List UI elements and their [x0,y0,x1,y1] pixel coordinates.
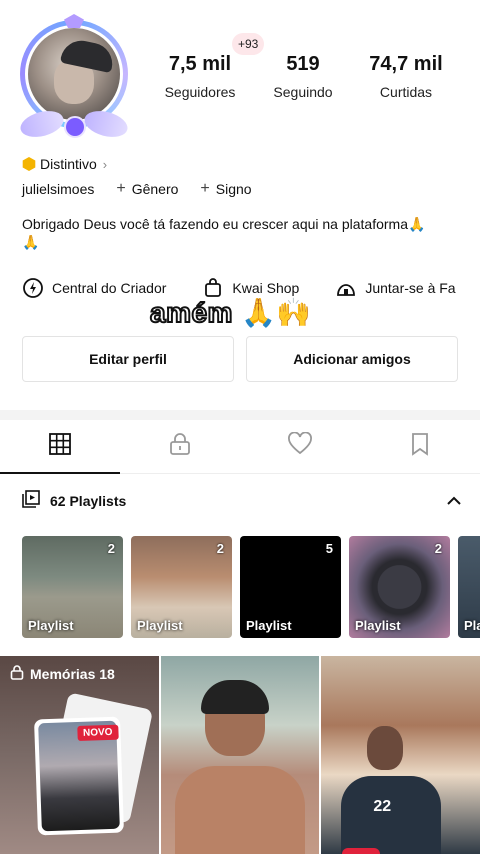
chevron-right-icon: › [102,156,108,172]
lock-icon [168,432,192,461]
bookmark-icon [409,432,431,461]
kwai-shop-label: Kwai Shop [232,280,300,296]
followers-stat[interactable]: 7,5 mil Seguidores [140,50,260,100]
add-sign-button[interactable]: + Signo [200,180,252,198]
thumbnail-face [367,726,404,770]
playlists-header[interactable]: 62 Playlists [22,490,462,511]
grid-icon [48,432,72,461]
tab-posts[interactable] [0,420,120,474]
following-stat[interactable]: 519 Seguindo [243,50,363,100]
badge-label: Distintivo [40,156,97,172]
chevron-up-icon[interactable] [446,493,462,509]
frame-wing-right [81,106,131,142]
badge-link[interactable]: Distintivo › [22,156,107,172]
video-thumbnail[interactable] [160,656,320,854]
plus-icon: + [200,180,210,197]
memories-label: Memórias 18 [30,665,115,682]
playlist-video-count: 5 [325,541,333,556]
creator-center-icon [22,277,44,299]
playlist-icon [22,490,40,511]
playlist-label: Playlist [246,618,292,633]
playlist-video-count: 2 [216,541,224,556]
tab-liked[interactable] [240,420,360,473]
memory-thumbnail: NOVO [38,720,120,832]
gender-label: Gênero [131,181,179,197]
playlist-carousel[interactable]: 2 Playlist 2 Playlist 5 Playlist 2 Playl… [22,536,480,638]
playlists-count: 62 Playlists [50,492,127,509]
video-grid: Memórias 18 NOVO 22 [0,656,480,854]
followers-label: Seguidores [164,84,236,100]
sticker-emoji: 🙏🙌 [240,297,312,328]
playlist-label: Playlist [355,618,401,633]
edit-profile-button[interactable]: Editar perfil [22,336,234,382]
new-badge: NOVO [76,724,119,742]
playlist-video-count: 2 [434,541,442,556]
avatar-frame [20,20,128,128]
frame-crest-icon [64,116,86,138]
playlist-label: Pla [464,618,480,633]
add-gender-button[interactable]: + Gênero [116,180,179,198]
frame-gem-icon [64,14,84,28]
following-label: Seguindo [273,84,333,100]
content-tabs [0,420,480,474]
memories-tile[interactable]: Memórias 18 NOVO [0,656,159,854]
playlist-video-count: 2 [107,541,115,556]
tab-private[interactable] [120,420,240,473]
likes-label: Curtidas [379,84,433,100]
bottom-indicator [342,848,380,854]
fan-group-icon [335,277,357,299]
playlist-label: Playlist [137,618,183,633]
badge-icon [22,157,36,171]
playlist-card[interactable]: Pla [458,536,480,638]
avatar-photo [25,25,123,123]
creator-center-label: Central do Criador [52,280,167,296]
sticker-text: amém [149,296,233,329]
thumbnail-figure [174,766,305,854]
playlist-card[interactable]: 2 Playlist [22,536,123,638]
profile-avatar[interactable] [14,14,134,142]
sign-label: Signo [215,181,252,197]
playlist-card[interactable]: 2 Playlist [349,536,450,638]
fan-group-label: Juntar-se à Fa [365,280,456,296]
plus-icon: + [116,180,126,197]
thumbnail-hair [200,680,269,714]
following-count: 519 [286,53,320,75]
memory-card: NOVO [34,716,124,836]
profile-bio: Obrigado Deus você tá fazendo eu crescer… [22,216,426,250]
username: julielsimoes [22,181,95,197]
memories-title: Memórias 18 [10,664,115,683]
section-divider [0,410,480,420]
video-thumbnail[interactable]: 22 [321,656,480,854]
heart-icon [287,431,313,461]
playlist-card[interactable]: 5 Playlist [240,536,341,638]
followers-count: 7,5 mil [168,53,232,75]
lock-icon [10,664,24,683]
fan-group-link[interactable]: Juntar-se à Fa [335,277,456,299]
amem-sticker: amém 🙏🙌 [149,296,312,329]
thumbnail-figure [341,776,442,854]
likes-count: 74,7 mil [369,53,443,75]
playlist-label: Playlist [28,618,74,633]
add-friends-button[interactable]: Adicionar amigos [246,336,458,382]
creator-center-link[interactable]: Central do Criador [22,277,166,299]
tab-saved[interactable] [360,420,480,473]
playlist-card[interactable]: 2 Playlist [131,536,232,638]
jersey-number: 22 [373,798,392,815]
likes-stat[interactable]: 74,7 mil Curtidas [346,50,466,100]
